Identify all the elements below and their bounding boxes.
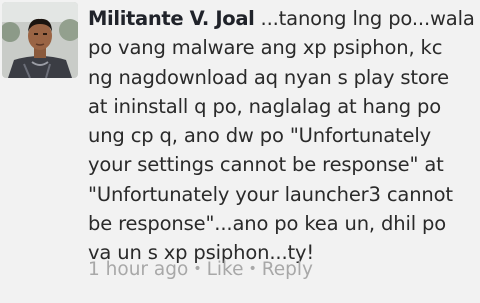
comment-text: be response"...ano po kea un, dhil po [88, 212, 447, 236]
separator-dot: • [248, 261, 257, 277]
profile-photo [2, 2, 78, 78]
comment-text: po vang malware ang xp psiphon, kc [88, 36, 443, 60]
comment-line: Militante V. Joal ...tanong lng po...wal… [88, 4, 478, 33]
comment-meta: 1 hour ago • Like • Reply [88, 259, 313, 280]
reply-link[interactable]: Reply [262, 259, 313, 280]
author-name[interactable]: Militante V. Joal [88, 7, 255, 30]
comment-text: ung cp q, ano dw po "Unfortunately [88, 124, 432, 148]
comment-text: at ininstall q po, naglalag at hang po [88, 94, 442, 118]
comment: Militante V. Joal ...tanong lng po...wal… [0, 0, 480, 303]
comment-text: ng nagdownload aq nyan s play store [88, 65, 449, 89]
comment-text: your settings cannot be response" at [88, 153, 444, 177]
comment-text: "Unfortunately your launcher3 cannot [88, 182, 453, 206]
timestamp: 1 hour ago [88, 259, 189, 280]
like-link[interactable]: Like [207, 259, 244, 280]
avatar[interactable] [2, 2, 78, 78]
comment-body: Militante V. Joal ...tanong lng po...wal… [88, 4, 478, 268]
comment-text: ...tanong lng po...wala [254, 7, 475, 30]
separator-dot: • [193, 261, 202, 277]
